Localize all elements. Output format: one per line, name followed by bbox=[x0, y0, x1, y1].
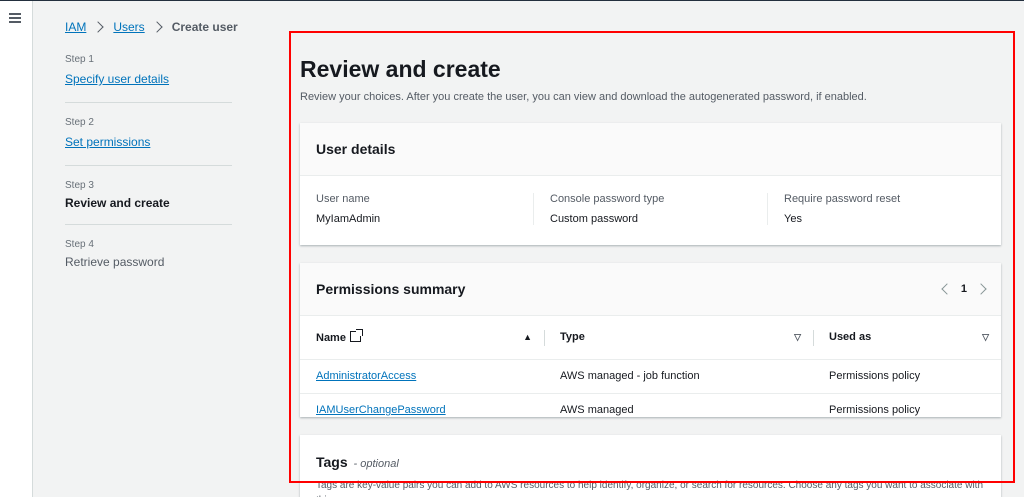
hamburger-menu-icon[interactable] bbox=[9, 13, 21, 23]
wizard-step-4: Step 4 Retrieve password bbox=[65, 239, 232, 283]
chevron-right-icon bbox=[151, 21, 163, 33]
breadcrumb-iam[interactable]: IAM bbox=[65, 20, 86, 34]
chevron-right-icon bbox=[92, 21, 105, 33]
step-label-retrieve-password: Retrieve password bbox=[65, 255, 165, 269]
wizard-steps: Step 1 Specify user details Step 2 Set p… bbox=[65, 54, 232, 297]
step-number: Step 4 bbox=[65, 239, 94, 250]
breadcrumb-users[interactable]: Users bbox=[113, 20, 144, 34]
wizard-step-3: Step 3 Review and create bbox=[65, 180, 232, 225]
top-border bbox=[0, 0, 1024, 1]
step-link-set-permissions[interactable]: Set permissions bbox=[65, 135, 150, 149]
step-number: Step 3 bbox=[65, 180, 94, 191]
breadcrumb: IAM Users Create user bbox=[65, 20, 238, 34]
wizard-step-1: Step 1 Specify user details bbox=[65, 54, 232, 103]
breadcrumb-current: Create user bbox=[171, 20, 238, 34]
highlight-box bbox=[289, 31, 1015, 483]
step-link-specify-user-details[interactable]: Specify user details bbox=[65, 72, 169, 86]
step-label-review-and-create: Review and create bbox=[65, 196, 170, 210]
step-number: Step 2 bbox=[65, 117, 94, 128]
wizard-step-2: Step 2 Set permissions bbox=[65, 117, 232, 166]
side-nav-collapsed bbox=[0, 1, 33, 497]
step-number: Step 1 bbox=[65, 54, 94, 65]
